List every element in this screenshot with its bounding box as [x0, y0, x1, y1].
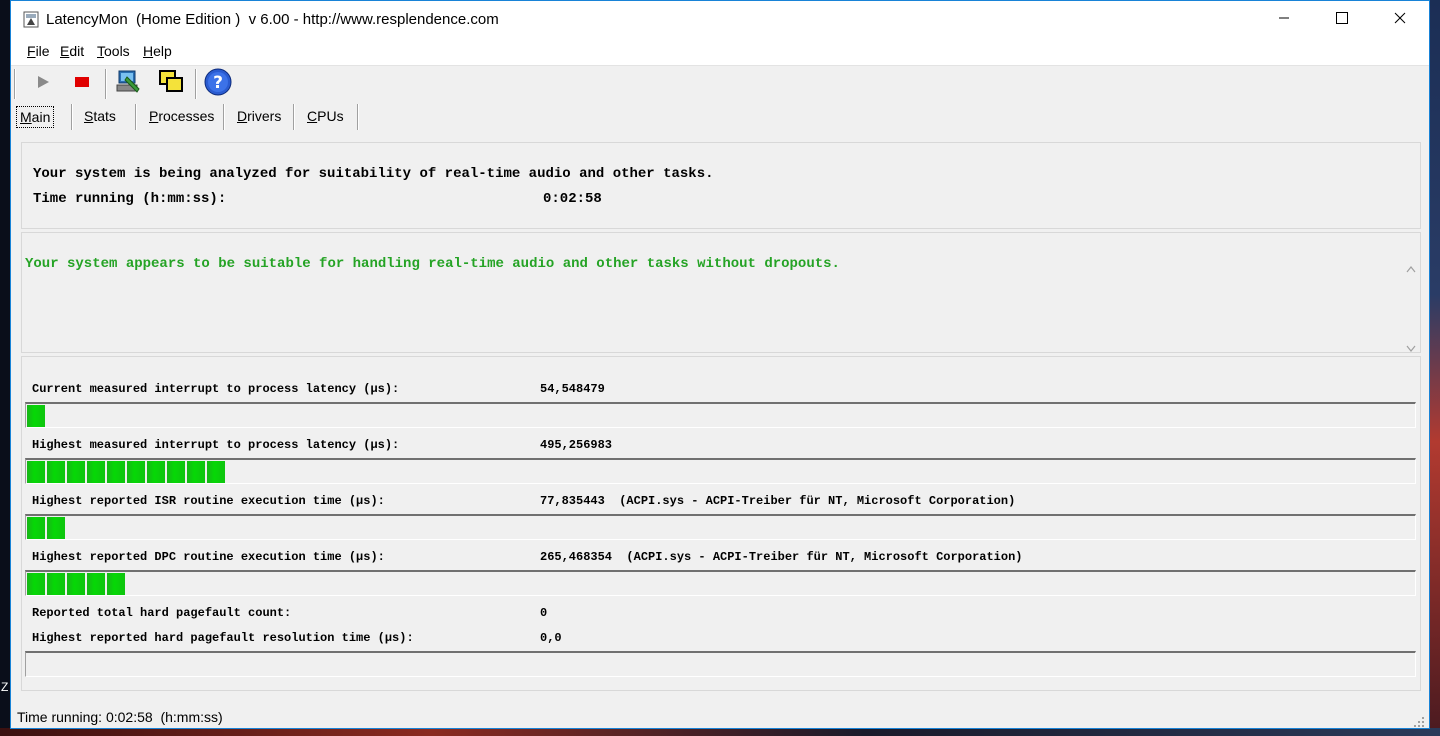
bar-fill	[27, 573, 127, 595]
toolbar-separator	[105, 69, 107, 99]
svg-text:?: ?	[213, 73, 223, 93]
bar-segment	[87, 461, 105, 483]
minimize-icon	[1278, 11, 1290, 29]
app-icon	[23, 11, 41, 29]
metric-label: Reported total hard pagefault count:	[32, 606, 292, 620]
time-running-label: Time running (h:mm:ss):	[33, 191, 227, 207]
bar-segment	[47, 517, 65, 539]
status-bar-text: Time running: 0:02:58 (h:mm:ss)	[17, 709, 223, 725]
bar-segment	[67, 573, 85, 595]
conclusion-text: Your system appears to be suitable for h…	[25, 256, 840, 272]
bar-segment	[47, 573, 65, 595]
dpc-bar	[25, 570, 1416, 596]
metric-label: Current measured interrupt to process la…	[32, 382, 400, 396]
stop-icon	[74, 74, 90, 95]
tab-separator	[293, 104, 295, 130]
bar-segment	[27, 461, 45, 483]
tab-main[interactable]: Main	[16, 106, 55, 128]
analyze-button[interactable]	[112, 69, 144, 99]
tab-processes[interactable]: Processes	[149, 104, 214, 128]
help-icon: ?	[204, 68, 232, 101]
toolbar: ?	[11, 65, 1429, 103]
toolbar-separator	[14, 69, 16, 99]
minimize-button[interactable]	[1255, 1, 1313, 39]
metrics-panel: Current measured interrupt to process la…	[21, 356, 1421, 691]
help-button[interactable]: ?	[202, 68, 234, 101]
bar-fill	[27, 461, 227, 483]
windows-icon	[157, 68, 185, 101]
menu-tools[interactable]: Tools	[97, 43, 130, 59]
status-bar: Time running: 0:02:58 (h:mm:ss)	[11, 705, 1429, 729]
metric-label: Highest reported hard pagefault resoluti…	[32, 631, 414, 645]
scroll-up-icon[interactable]	[1406, 260, 1416, 278]
metric-label: Highest reported DPC routine execution t…	[32, 550, 385, 564]
current-latency-bar	[25, 402, 1416, 428]
tab-stats[interactable]: Stats	[84, 104, 116, 128]
isr-bar	[25, 514, 1416, 540]
tab-drivers[interactable]: Drivers	[237, 104, 281, 128]
conclusion-scrollbar[interactable]	[1402, 256, 1420, 354]
bar-segment	[107, 573, 125, 595]
bar-segment	[47, 461, 65, 483]
status-line: Your system is being analyzed for suitab…	[33, 166, 714, 182]
play-icon	[35, 74, 51, 95]
bar-segment	[207, 461, 225, 483]
tab-separator	[135, 104, 137, 130]
bar-segment	[67, 461, 85, 483]
maximize-button[interactable]	[1313, 1, 1371, 39]
tab-bar: Main Stats Processes Drivers C PUs	[11, 102, 1429, 130]
tab-cpus[interactable]: C PUs	[307, 104, 344, 128]
desktop-edge-text: Z	[1, 680, 9, 694]
pagefault-bar	[25, 651, 1416, 677]
metric-value: 54,548479	[540, 382, 605, 396]
bar-segment	[27, 573, 45, 595]
tab-separator	[223, 104, 225, 130]
metric-value: 265,468354 (ACPI.sys - ACPI-Treiber für …	[540, 550, 1023, 564]
maximize-icon	[1336, 11, 1348, 29]
title-bar[interactable]: LatencyMon (Home Edition ) v 6.00 - http…	[11, 1, 1429, 39]
metric-label: Highest reported ISR routine execution t…	[32, 494, 385, 508]
bar-segment	[147, 461, 165, 483]
bar-segment	[27, 405, 45, 427]
app-window: LatencyMon (Home Edition ) v 6.00 - http…	[10, 0, 1430, 729]
metric-value: 495,256983	[540, 438, 613, 452]
highest-latency-bar	[25, 458, 1416, 484]
metric-value: 0	[540, 606, 548, 620]
desktop-background	[1430, 0, 1440, 736]
resize-grip-icon[interactable]	[1413, 715, 1425, 727]
time-running-value: 0:02:58	[543, 191, 602, 207]
bar-segment	[87, 573, 105, 595]
bar-segment	[107, 461, 125, 483]
menu-bar: File Edit Tools Help	[11, 39, 1429, 66]
tab-separator	[71, 104, 73, 130]
close-button[interactable]	[1371, 1, 1429, 39]
menu-file[interactable]: File	[27, 43, 50, 59]
bar-fill	[27, 405, 47, 427]
window-title: LatencyMon (Home Edition ) v 6.00 - http…	[46, 11, 499, 28]
bar-fill	[27, 517, 67, 539]
status-panel: Your system is being analyzed for suitab…	[21, 142, 1421, 229]
metric-value: 0,0	[540, 631, 562, 645]
close-icon	[1394, 11, 1406, 29]
windows-button[interactable]	[155, 69, 187, 99]
bar-segment	[127, 461, 145, 483]
metric-label: Highest measured interrupt to process la…	[32, 438, 400, 452]
conclusion-panel: Your system appears to be suitable for h…	[21, 232, 1421, 353]
bar-segment	[167, 461, 185, 483]
analyze-icon	[113, 67, 143, 102]
bar-segment	[187, 461, 205, 483]
desktop-background-bottom	[0, 728, 1440, 736]
stop-button[interactable]	[66, 69, 98, 99]
metric-value: 77,835443 (ACPI.sys - ACPI-Treiber für N…	[540, 494, 1016, 508]
menu-help[interactable]: Help	[143, 43, 172, 59]
start-button[interactable]	[27, 69, 59, 99]
bar-segment	[27, 517, 45, 539]
tab-separator	[357, 104, 359, 130]
menu-edit[interactable]: Edit	[60, 43, 84, 59]
toolbar-separator	[195, 69, 197, 99]
